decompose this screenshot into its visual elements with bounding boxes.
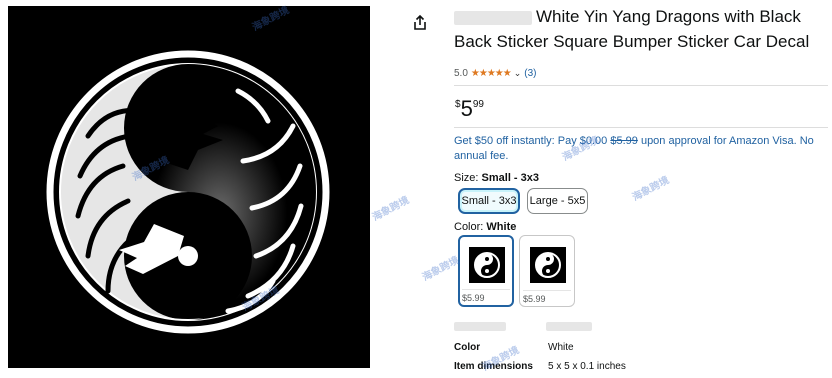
watermark: 海象跨境 bbox=[630, 175, 672, 204]
swatch-thumbnail bbox=[469, 247, 505, 283]
rating-value: 5.0 bbox=[454, 68, 468, 79]
swatch-price: $5.99 bbox=[523, 290, 571, 304]
redacted-brand bbox=[454, 10, 532, 25]
redacted-detail bbox=[546, 322, 592, 331]
price-whole: 5 bbox=[460, 96, 473, 121]
visa-offer-link[interactable]: Get $50 off instantly: Pay $0.00 $5.99 u… bbox=[454, 134, 824, 164]
rating-row[interactable]: 5.0 ★★★★★ ⌄ (3) bbox=[454, 68, 537, 79]
color-swatch-white[interactable]: $5.99 bbox=[458, 235, 514, 307]
price: $ 5 99 bbox=[455, 97, 484, 121]
share-icon[interactable] bbox=[411, 14, 429, 32]
color-label: Color: White bbox=[454, 221, 517, 233]
size-option-large[interactable]: Large - 5x5 bbox=[527, 188, 588, 214]
product-title: White Yin Yang Dragons with Black Back S… bbox=[454, 7, 810, 51]
divider bbox=[454, 127, 828, 128]
spec-value: White bbox=[548, 342, 574, 353]
rating-count-link[interactable]: (3) bbox=[524, 68, 536, 79]
size-selected: Small - 3x3 bbox=[481, 172, 540, 184]
product-image[interactable] bbox=[8, 6, 370, 368]
offer-pay-amount: $0.00 bbox=[579, 135, 608, 147]
color-selected: White bbox=[486, 221, 517, 233]
offer-struck-price: $5.99 bbox=[610, 135, 638, 147]
swatch-price: $5.99 bbox=[462, 289, 510, 303]
size-option-small[interactable]: Small - 3x3 bbox=[458, 188, 520, 214]
spec-key: Color bbox=[454, 342, 481, 353]
size-label: Size: Small - 3x3 bbox=[454, 172, 540, 184]
chevron-down-icon[interactable]: ⌄ bbox=[514, 68, 522, 79]
swatch-thumbnail bbox=[530, 247, 566, 283]
price-fraction: 99 bbox=[472, 99, 484, 110]
spec-value: 5 x 5 x 0.1 inches bbox=[548, 361, 626, 372]
divider bbox=[454, 85, 828, 86]
yin-yang-dragons-image bbox=[8, 6, 370, 368]
offer-lead: Get $50 off instantly: Pay bbox=[454, 135, 580, 147]
star-rating-icon[interactable]: ★★★★★ bbox=[471, 68, 512, 79]
spec-key: Item dimensions bbox=[454, 361, 533, 372]
redacted-detail bbox=[454, 322, 506, 331]
watermark: 海象跨境 bbox=[370, 195, 412, 224]
watermark: 海象跨境 bbox=[420, 255, 462, 284]
color-swatch-alt[interactable]: $5.99 bbox=[519, 235, 575, 307]
